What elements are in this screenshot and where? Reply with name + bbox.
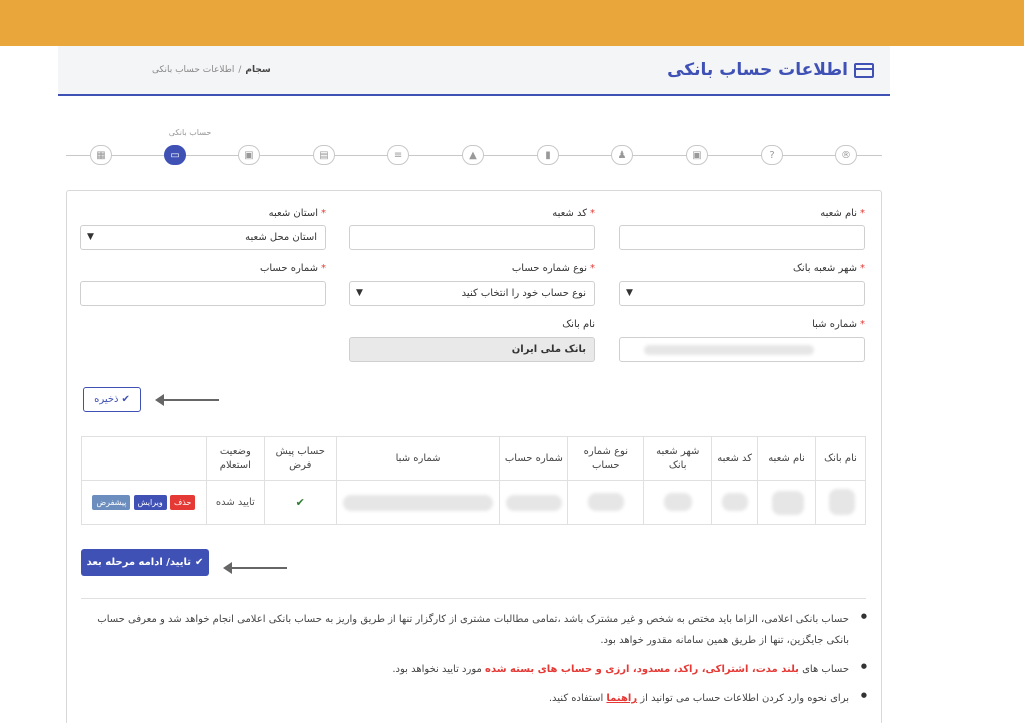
save-button[interactable]: ✔ ذخیره [83, 387, 141, 412]
step-id-card-icon[interactable]: ▦ [90, 145, 112, 165]
masked-value [588, 493, 625, 511]
step-list-icon[interactable]: ≡ [387, 145, 409, 165]
col-bank-city: شهر شعبه بانک [643, 436, 713, 481]
page-title: اطلاعات حساب بانکی [667, 60, 874, 80]
masked-value [829, 489, 856, 515]
cell-bank-city [643, 480, 713, 525]
cell-inquiry-status: تایید شده [205, 480, 265, 525]
cell-account-number [499, 480, 569, 525]
col-bank-name: نام بانک [815, 436, 866, 481]
step-bookmark-icon[interactable]: ▮ [537, 145, 559, 165]
active-step-label: حساب بانکی [168, 128, 212, 137]
check-icon: ✔ [121, 394, 130, 405]
branch-name-label: *نام شعبه [820, 208, 865, 219]
note-item: حساب های بلند مدت، اشتراکی، راکد، مسدود،… [82, 659, 867, 680]
col-sheba: شماره شبا [335, 436, 501, 481]
cell-bank-name [815, 480, 866, 525]
account-type-select[interactable]: نوع حساب خود را انتخاب کنید ▼ [349, 281, 595, 306]
col-branch-code: کد شعبه [711, 436, 759, 481]
divider [81, 598, 866, 599]
guide-link[interactable]: راهنما [606, 693, 637, 704]
step-graduation-icon[interactable]: ▲ [462, 145, 484, 165]
step-money-icon[interactable]: ▣ [686, 145, 708, 165]
page-header: اطلاعات حساب بانکی سجام / اطلاعات حساب ب… [58, 46, 890, 96]
masked-value [342, 495, 493, 511]
step-card-icon-active[interactable]: ▭ [164, 145, 186, 165]
cell-actions: حذف ویرایش پیشفرض [81, 480, 207, 525]
breadcrumb-separator: / [238, 65, 242, 75]
account-type-label: *نوع شماره حساب [511, 263, 595, 274]
arrow-pointer-icon [223, 562, 287, 574]
notes-list: حساب بانکی اعلامی، الزاما باید مختص به ش… [82, 609, 867, 717]
masked-sheba [644, 345, 814, 355]
step-registered-icon[interactable]: ® [835, 145, 857, 165]
arrow-pointer-icon [155, 394, 219, 406]
branch-province-select[interactable]: استان محل شعبه ▼ [80, 225, 326, 250]
col-branch-name: نام شعبه [757, 436, 817, 481]
set-default-button[interactable]: پیشفرض [92, 495, 131, 510]
credit-card-icon [854, 62, 874, 78]
col-account-type: نوع شماره حساب [567, 436, 645, 481]
table-header-row: نام بانک نام شعبه کد شعبه شهر شعبه بانک … [81, 436, 866, 481]
breadcrumb-current: اطلاعات حساب بانکی [152, 65, 235, 75]
check-icon: ✔ [195, 557, 204, 568]
highlighted-text: بلند مدت، اشتراکی، راکد، مسدود، ارزی و ح… [485, 664, 799, 675]
step-money-icon-2[interactable]: ▣ [238, 145, 260, 165]
check-icon: ✔ [295, 496, 305, 509]
col-default-account: حساب پیش فرض [263, 436, 337, 481]
chevron-down-icon: ▼ [356, 288, 363, 298]
masked-value [722, 493, 749, 511]
step-progress: حساب بانکی ® ? ▣ ♟ ▮ ▲ ≡ ▤ ▣ ▭ ▦ [66, 128, 882, 178]
branch-code-input[interactable] [349, 225, 595, 250]
step-person-icon[interactable]: ♟ [611, 145, 633, 165]
breadcrumb-home[interactable]: سجام [245, 65, 270, 75]
col-actions [81, 436, 207, 481]
delete-button[interactable]: حذف [169, 495, 196, 510]
cell-branch-name [757, 480, 817, 525]
branch-province-label: *استان شعبه [268, 208, 326, 219]
step-briefcase-icon[interactable]: ▤ [313, 145, 335, 165]
step-question-icon[interactable]: ? [761, 145, 783, 165]
note-item: حساب بانکی اعلامی، الزاما باید مختص به ش… [82, 609, 867, 651]
table-row: ✔ تایید شده حذف ویرایش پیشفرض [81, 480, 866, 525]
masked-value [772, 491, 805, 515]
masked-value [664, 493, 693, 511]
cell-default-account: ✔ [263, 480, 337, 525]
confirm-next-button[interactable]: ✔ تایید/ ادامه مرحله بعد [81, 549, 209, 576]
bank-name-field: بانک ملی ایران [349, 337, 595, 362]
account-number-input[interactable] [80, 281, 326, 306]
page-title-text: اطلاعات حساب بانکی [667, 60, 848, 80]
chevron-down-icon: ▼ [87, 232, 94, 242]
account-number-label: *شماره حساب [259, 263, 326, 274]
chevron-down-icon: ▼ [626, 288, 633, 298]
bank-city-label: *شهر شعبه بانک [792, 263, 865, 274]
breadcrumb: سجام / اطلاعات حساب بانکی [152, 65, 271, 75]
bank-account-card: *نام شعبه *کد شعبه *استان شعبه استان محل… [66, 190, 882, 723]
bank-city-select[interactable]: ▼ [619, 281, 865, 306]
bank-name-label: نام بانک [562, 319, 595, 330]
branch-name-input[interactable] [619, 225, 865, 250]
note-item: برای نحوه وارد کردن اطلاعات حساب می توان… [82, 688, 867, 709]
accounts-table: نام بانک نام شعبه کد شعبه شهر شعبه بانک … [81, 436, 866, 525]
cell-sheba [335, 480, 501, 525]
sheba-input[interactable] [619, 337, 865, 362]
cell-account-type [567, 480, 645, 525]
sheba-label: *شماره شبا [812, 319, 865, 330]
cell-branch-code [711, 480, 759, 525]
col-inquiry-status: وضعیت استعلام [205, 436, 265, 481]
masked-value [506, 495, 563, 511]
top-bar [0, 0, 1024, 46]
edit-button[interactable]: ویرایش [133, 495, 167, 510]
branch-code-label: *کد شعبه [552, 208, 595, 219]
col-account-number: شماره حساب [499, 436, 569, 481]
